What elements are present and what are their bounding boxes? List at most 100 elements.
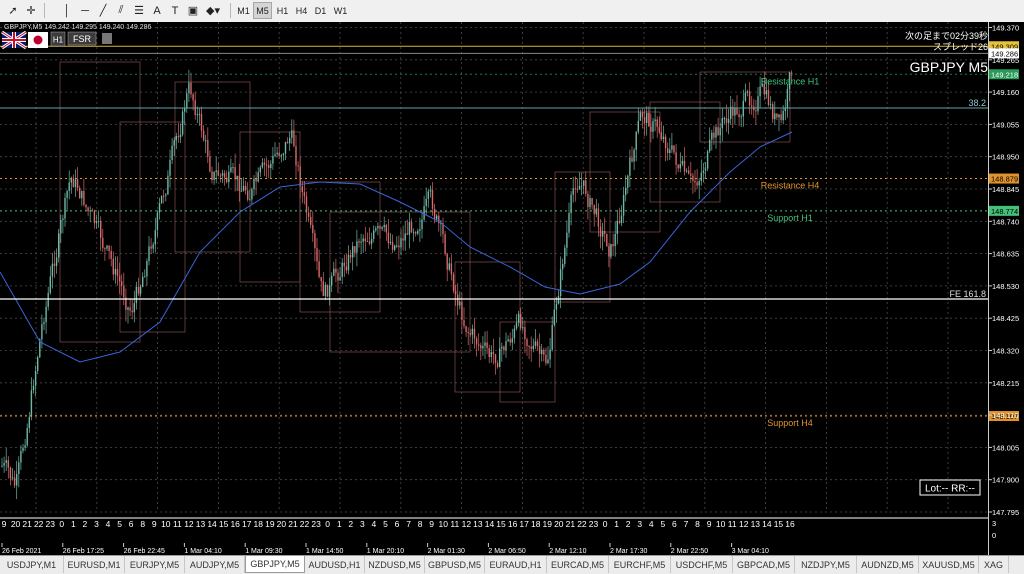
- candle-body: [444, 234, 446, 254]
- hour-label: 18: [531, 519, 541, 529]
- hour-label: 2: [83, 519, 88, 529]
- horizontal-line-icon[interactable]: ─: [76, 2, 94, 19]
- candle-body: [116, 268, 119, 277]
- timeframe-m1-button[interactable]: M1: [234, 2, 253, 19]
- candle-body: [66, 191, 68, 198]
- candle-body: [360, 241, 362, 243]
- candle-body: [604, 230, 606, 234]
- symbol-tab[interactable]: USDJPY,M1: [0, 556, 64, 573]
- hour-label: 11: [450, 519, 459, 529]
- hour-label: 9: [429, 519, 434, 529]
- price-levels: 149.309149.286149.218148.879148.774148.1…: [0, 41, 1019, 519]
- candle-body: [601, 230, 604, 237]
- cursor-icon[interactable]: ➚: [4, 2, 22, 19]
- hour-label: 20: [11, 519, 21, 529]
- candle-body: [555, 303, 558, 310]
- candle-body: [484, 342, 486, 346]
- candle-body: [192, 94, 194, 101]
- symbol-tab[interactable]: EURCHF,M5: [609, 556, 671, 573]
- shapes-icon[interactable]: ◆▾: [204, 2, 222, 19]
- candle-body: [20, 450, 22, 463]
- price-tick-label: 149.160: [992, 88, 1019, 97]
- candle-body: [310, 216, 312, 225]
- label-icon[interactable]: ▣: [184, 2, 202, 19]
- candle-body: [97, 221, 100, 223]
- candle-body: [68, 182, 70, 192]
- candle-body: [576, 189, 579, 191]
- timeframe-h1-button[interactable]: H1: [273, 2, 292, 19]
- candle-body: [314, 233, 316, 249]
- candle-body: [114, 268, 117, 275]
- symbol-tab[interactable]: XAUUSD,M5: [919, 556, 979, 573]
- candle-body: [362, 238, 364, 242]
- candle-body: [587, 193, 589, 207]
- candle-body: [538, 346, 541, 354]
- candle-body: [433, 208, 436, 220]
- text-icon[interactable]: A: [148, 2, 166, 19]
- candle-body: [154, 230, 156, 245]
- fsr-box: [454, 261, 521, 393]
- symbol-tab[interactable]: GBPUSD,M5: [425, 556, 485, 573]
- candle-body: [219, 175, 222, 177]
- candle-body: [257, 172, 259, 182]
- time-axis-label: 2 Mar 01:30: [428, 548, 465, 555]
- candle-body: [339, 277, 341, 281]
- candle-body: [255, 178, 257, 182]
- symbol-tab[interactable]: EURUSD,M1: [64, 556, 125, 573]
- timeframe-h4-button[interactable]: H4: [292, 2, 311, 19]
- symbol-tab[interactable]: XAG: [979, 556, 1009, 573]
- hour-label: 8: [695, 519, 700, 529]
- chart-canvas[interactable]: 149.309149.286149.218148.879148.774148.1…: [0, 22, 1024, 555]
- candle-body: [765, 90, 768, 95]
- symbol-tab[interactable]: EURCAD,M5: [547, 556, 609, 573]
- timeframe-d1-button[interactable]: D1: [311, 2, 330, 19]
- crosshair-icon[interactable]: ✛: [22, 2, 40, 19]
- candle-body: [259, 167, 261, 173]
- symbol-tab[interactable]: AUDNZD,M5: [857, 556, 919, 573]
- candle-body: [135, 286, 138, 304]
- symbol-tab[interactable]: EURJPY,M5: [125, 556, 185, 573]
- text-label-icon[interactable]: T: [166, 2, 184, 19]
- candle-body: [574, 188, 576, 190]
- hour-label: 9: [707, 519, 712, 529]
- candle-body: [85, 204, 87, 208]
- timeframe-m5-button[interactable]: M5: [253, 2, 272, 19]
- candle-body: [263, 162, 266, 165]
- trendline-icon[interactable]: ╱: [94, 2, 112, 19]
- symbol-tab[interactable]: NZDUSD,M5: [365, 556, 425, 573]
- symbol-tab[interactable]: AUDUSD,H1: [305, 556, 365, 573]
- vertical-line-icon[interactable]: │: [58, 2, 76, 19]
- candle-body: [251, 189, 253, 200]
- candle-body: [616, 221, 618, 234]
- symbol-tab[interactable]: USDCHF,M5: [671, 556, 733, 573]
- candle-body: [473, 328, 476, 339]
- candle-body: [492, 352, 495, 355]
- symbol-tab[interactable]: NZDJPY,M5: [795, 556, 857, 573]
- candle-body: [123, 285, 125, 298]
- symbol-tab[interactable]: AUDJPY,M5: [185, 556, 245, 573]
- hour-label: 23: [46, 519, 56, 529]
- candle-body: [643, 117, 646, 124]
- timeframe-w1-button[interactable]: W1: [331, 2, 350, 19]
- symbol-tab[interactable]: GBPJPY,M5: [245, 556, 305, 573]
- chart-toolbar: ➚ ✛ │ ─ ╱ ⫽ ☰ A T ▣ ◆▾ M1 M5 H1 H4 D1 W1: [0, 0, 1024, 23]
- candle-body: [610, 244, 612, 257]
- spread-text: スプレッド26: [933, 42, 988, 52]
- candle-body: [543, 349, 545, 355]
- candle-body: [545, 354, 547, 364]
- candle-body: [772, 104, 774, 120]
- fibonacci-icon[interactable]: ☰: [130, 2, 148, 19]
- symbol-tab[interactable]: GBPCAD,M5: [733, 556, 795, 573]
- candle-body: [475, 338, 478, 345]
- candle-body: [406, 233, 408, 235]
- candle-body: [591, 198, 593, 205]
- candle-body: [721, 118, 723, 129]
- candle-body: [64, 197, 66, 219]
- candle-body: [746, 91, 749, 93]
- chart-window[interactable]: 149.309 149.286 149.218 148.879 148.774 148.1…: [0, 22, 1024, 555]
- hour-label: 21: [22, 519, 32, 529]
- hour-label: 13: [751, 519, 761, 529]
- channel-icon[interactable]: ⫽: [112, 2, 130, 19]
- symbol-tab[interactable]: EURAUD,H1: [485, 556, 547, 573]
- candle-body: [244, 185, 247, 191]
